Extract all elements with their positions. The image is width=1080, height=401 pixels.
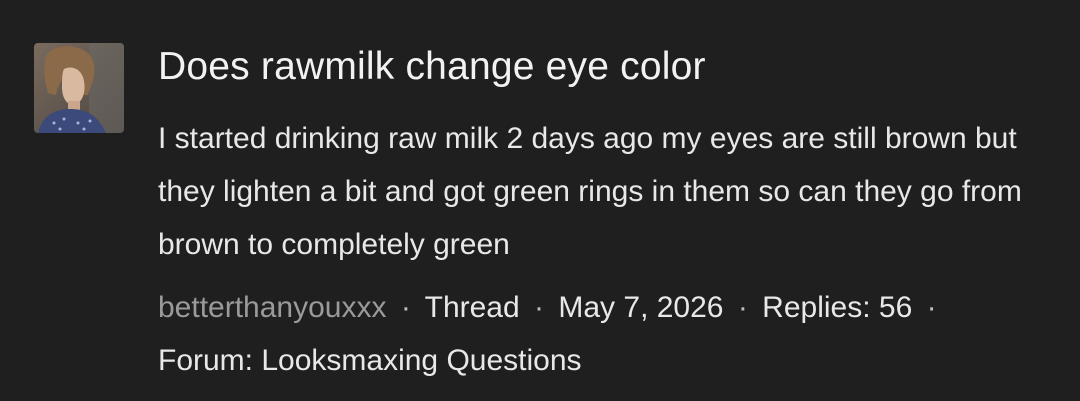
meta-separator: ·	[926, 291, 937, 324]
reply-count: Replies: 56	[762, 291, 913, 324]
result-snippet: I started drinking raw milk 2 days ago m…	[158, 122, 1022, 261]
meta-separator: ·	[737, 291, 748, 324]
user-avatar[interactable]	[34, 43, 124, 133]
content-type: Thread	[424, 291, 520, 324]
result-title-link[interactable]: Does rawmilk change eye color	[158, 38, 1058, 96]
forum-link[interactable]: Forum: Looksmaxing Questions	[158, 344, 582, 377]
result-content: Does rawmilk change eye color I started …	[158, 38, 1058, 387]
avatar-photo-icon	[34, 43, 124, 133]
meta-separator: ·	[534, 291, 545, 324]
result-meta: betterthanyouxxx · Thread · May 7, 2026 …	[158, 281, 1058, 387]
search-result: Does rawmilk change eye color I started …	[0, 0, 1080, 401]
author-link[interactable]: betterthanyouxxx	[158, 291, 386, 324]
post-date: May 7, 2026	[558, 291, 724, 324]
meta-separator: ·	[400, 291, 411, 324]
